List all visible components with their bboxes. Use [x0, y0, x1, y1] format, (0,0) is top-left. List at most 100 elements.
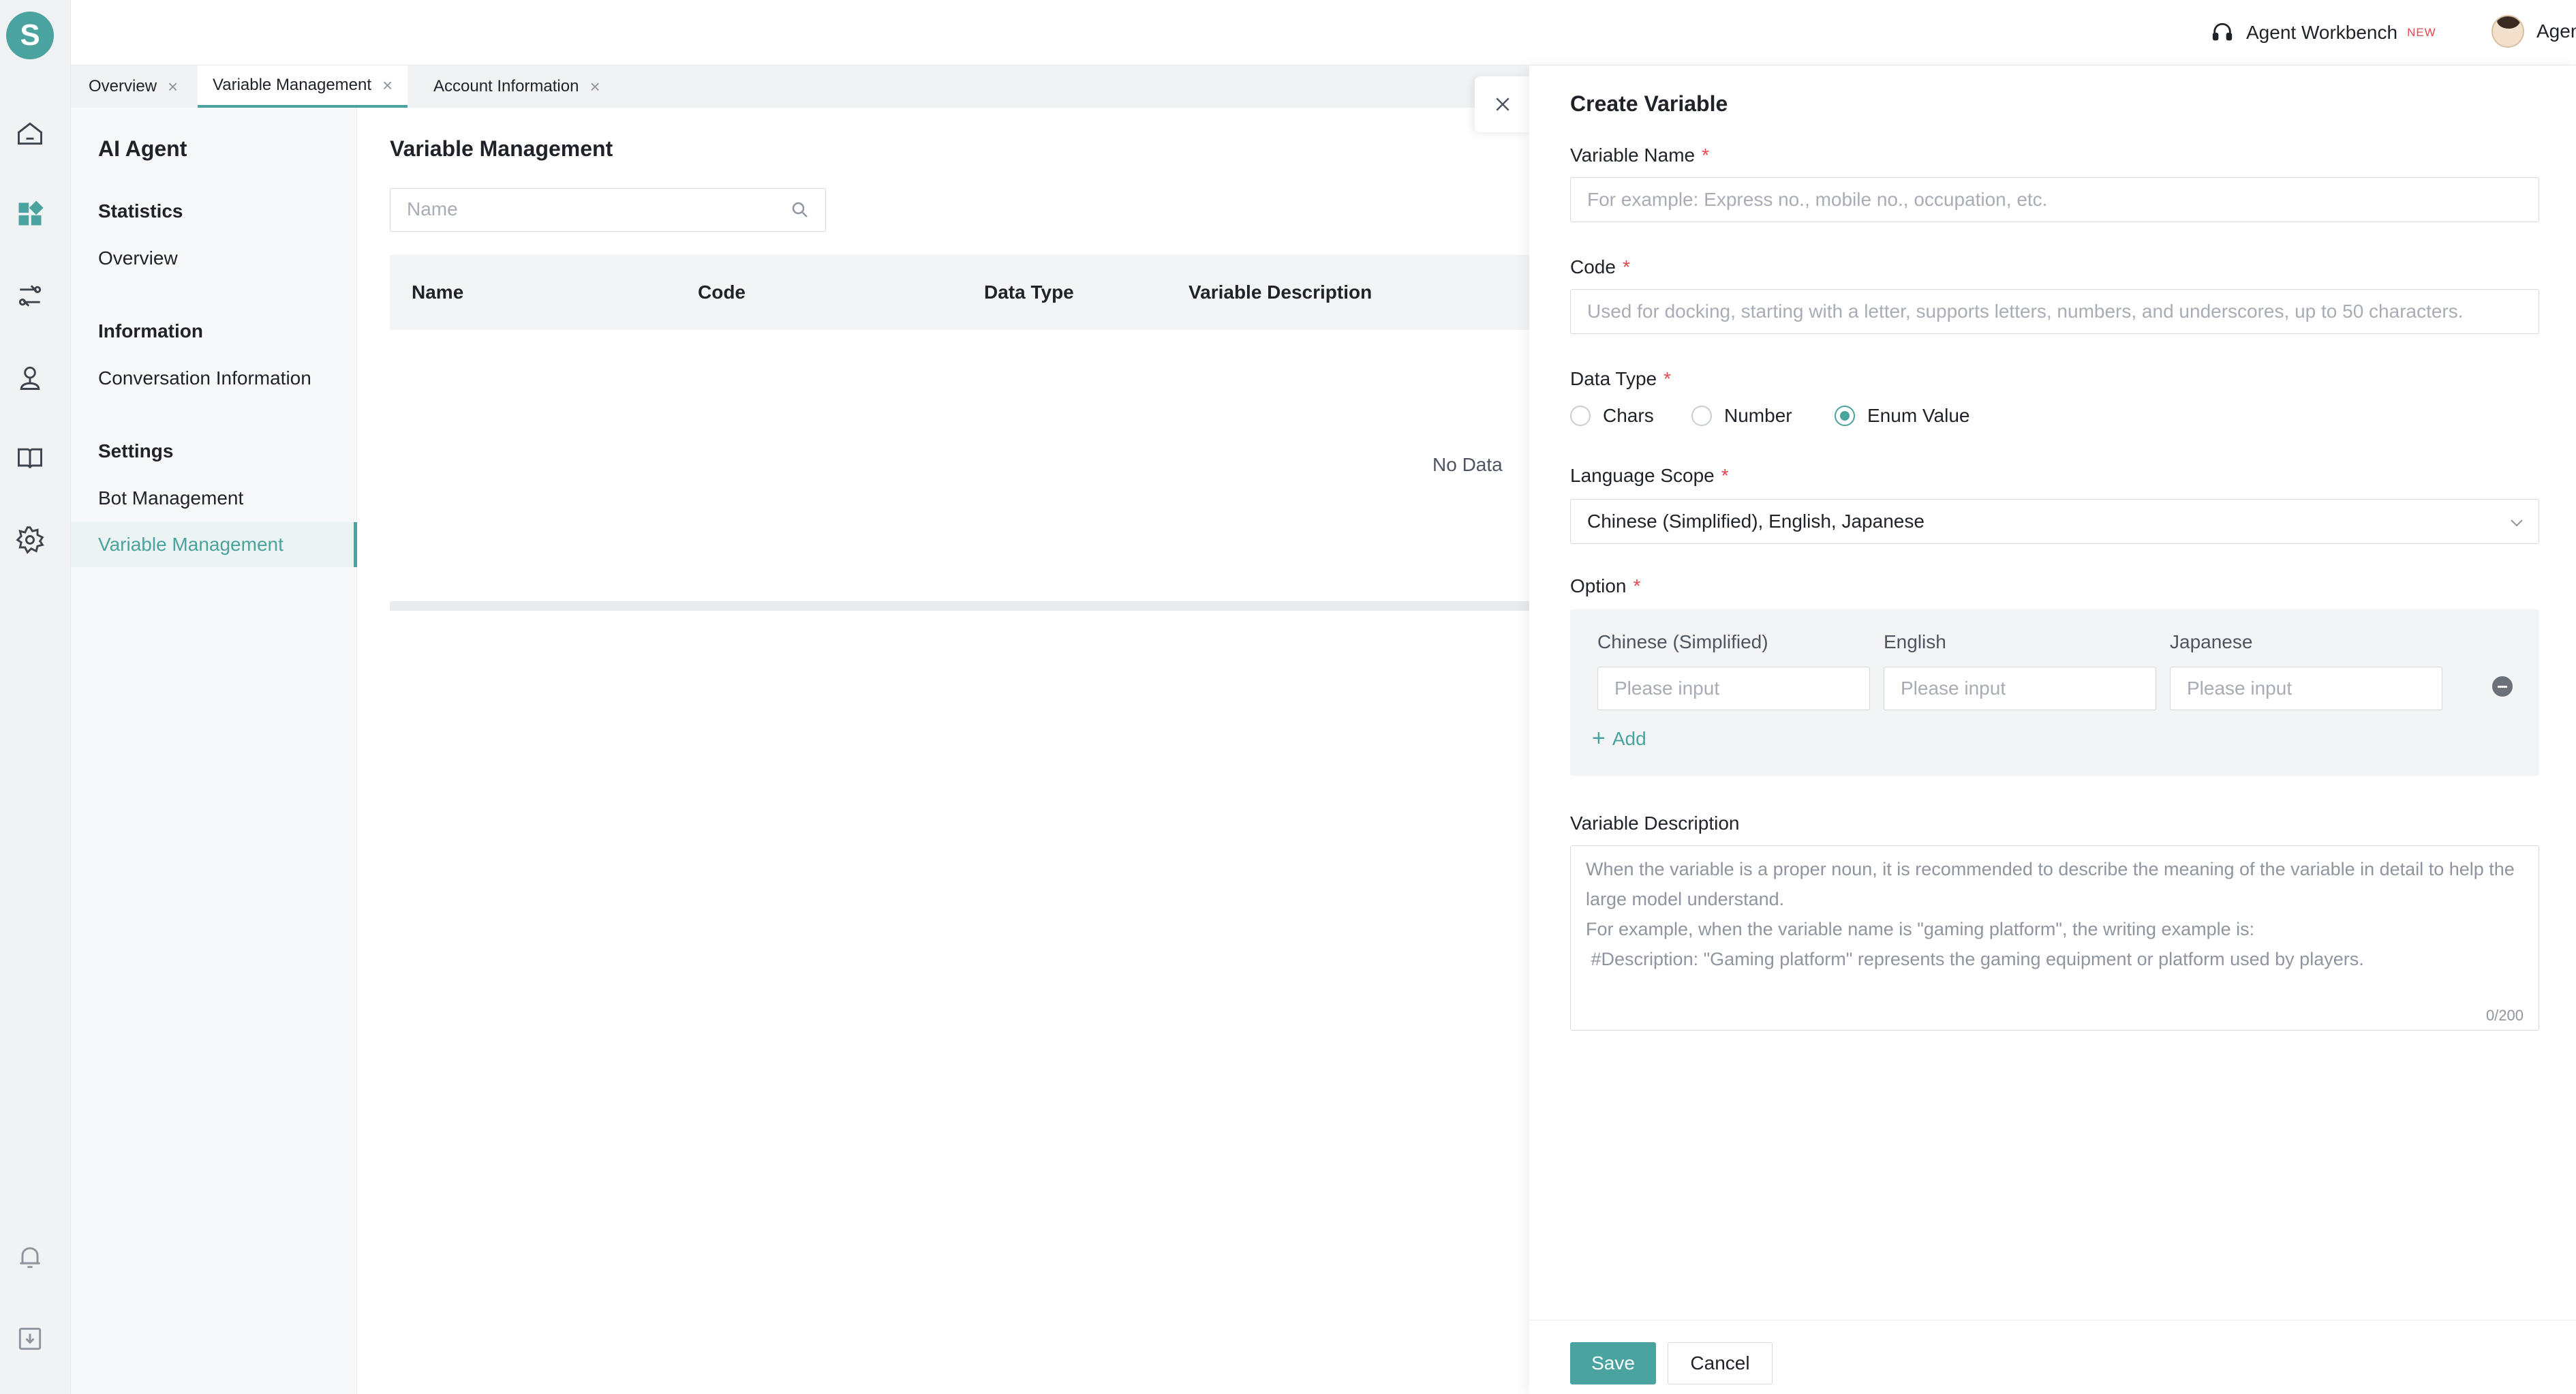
label-text: Language Scope: [1570, 465, 1715, 486]
option-input-wrapper: [2170, 667, 2442, 710]
main-content: Variable Management Name Code Data Type …: [357, 108, 1562, 1394]
top-bar: Agent Workbench NEW Agent: [71, 0, 2576, 65]
variable-name-field: [1570, 177, 2539, 222]
radio-chars[interactable]: Chars: [1570, 402, 1654, 429]
routing-icon[interactable]: [14, 279, 46, 312]
search-icon[interactable]: [790, 200, 810, 220]
language-scope-label: Language Scope *: [1570, 465, 1729, 487]
group-title-information: Information: [98, 320, 203, 342]
tab-label: Variable Management: [213, 76, 372, 94]
search-box: [390, 188, 826, 232]
knowledge-book-icon[interactable]: [14, 442, 46, 474]
variable-description-field: 0/200: [1570, 845, 2539, 1031]
option-column-english: English: [1884, 631, 1946, 652]
option-input-wrapper: [1597, 667, 1870, 710]
required-mark: *: [1721, 465, 1729, 486]
option-editor: Chinese (Simplified) English Japanese + …: [1570, 609, 2539, 776]
tab-account-information[interactable]: Account Information ×: [418, 65, 615, 108]
option-chinese-input[interactable]: [1598, 667, 1869, 710]
headset-icon: [2212, 22, 2233, 41]
tab-overview[interactable]: Overview ×: [74, 65, 193, 108]
icon-rail: S: [0, 0, 71, 1394]
close-icon[interactable]: ×: [382, 75, 393, 96]
radio-label: Chars: [1603, 405, 1654, 426]
radio-enum-value[interactable]: Enum Value: [1835, 402, 1969, 429]
column-header-code: Code: [698, 282, 746, 303]
settings-gear-icon[interactable]: [14, 524, 46, 556]
horizontal-scrollbar[interactable]: [390, 601, 1562, 611]
column-header-variable-description: Variable Description: [1189, 282, 1373, 303]
drawer-footer: Save Cancel: [1529, 1320, 2576, 1394]
language-scope-select[interactable]: Chinese (Simplified), English, Japanese: [1570, 499, 2539, 544]
variable-description-label: Variable Description: [1570, 813, 1740, 834]
option-input-wrapper: [1884, 667, 2156, 710]
code-input[interactable]: [1571, 290, 2539, 333]
close-icon: [1496, 97, 1509, 111]
radio-circle: [1691, 406, 1712, 426]
label-text: Option: [1570, 575, 1627, 596]
variable-name-input[interactable]: [1571, 178, 2539, 222]
save-button[interactable]: Save: [1570, 1342, 1656, 1384]
agent-icon[interactable]: [14, 361, 46, 394]
download-icon[interactable]: [14, 1322, 46, 1355]
user-menu[interactable]: Agent: [2491, 14, 2576, 49]
drawer-title: Create Variable: [1570, 91, 1728, 116]
search-input[interactable]: [390, 189, 772, 230]
variable-description-textarea[interactable]: [1571, 846, 2539, 1030]
user-name: Agent: [2536, 20, 2576, 42]
radio-circle: [1570, 406, 1591, 426]
cancel-button[interactable]: Cancel: [1668, 1342, 1773, 1384]
tab-variable-management[interactable]: Variable Management ×: [198, 65, 408, 108]
app-logo[interactable]: S: [6, 12, 54, 59]
nav-item-bot-management[interactable]: Bot Management: [71, 476, 357, 521]
close-icon[interactable]: ×: [168, 76, 178, 97]
group-title-settings: Settings: [98, 440, 174, 461]
radio-label: Number: [1724, 405, 1792, 426]
close-icon[interactable]: ×: [589, 76, 600, 97]
tab-label: Overview: [89, 77, 157, 95]
subnav-title: AI Agent: [98, 136, 187, 161]
agent-workbench-link[interactable]: Agent Workbench NEW: [2211, 18, 2436, 48]
radio-number[interactable]: Number: [1691, 402, 1792, 429]
option-column-japanese: Japanese: [2170, 631, 2253, 652]
required-mark: *: [1633, 575, 1641, 596]
variable-name-label: Variable Name *: [1570, 145, 1709, 166]
data-type-label: Data Type *: [1570, 368, 1671, 390]
chevron-down-icon: [2511, 519, 2523, 527]
page-title: Variable Management: [390, 136, 613, 161]
bell-icon[interactable]: [14, 1241, 46, 1273]
create-variable-drawer: Create Variable Variable Name * Code * Dat…: [1529, 65, 2576, 1394]
required-mark: *: [1622, 256, 1630, 277]
option-label: Option *: [1570, 575, 1640, 597]
home-icon[interactable]: [14, 117, 46, 150]
tab-strip: Overview × Variable Management × Account…: [71, 65, 1529, 108]
drawer-close-button[interactable]: [1475, 76, 1531, 132]
radio-circle: [1835, 406, 1855, 426]
nav-item-overview[interactable]: Overview: [71, 236, 357, 281]
character-counter: 0/200: [2485, 1007, 2524, 1024]
select-value: Chinese (Simplified), English, Japanese: [1587, 511, 1925, 532]
remove-option-icon[interactable]: [2492, 676, 2513, 697]
table-header: Name Code Data Type Variable Description: [390, 255, 1562, 330]
option-english-input[interactable]: [1884, 667, 2156, 710]
plus-icon: +: [1592, 725, 1606, 751]
label-text: Variable Name: [1570, 145, 1696, 166]
code-label: Code *: [1570, 256, 1630, 278]
add-option-button[interactable]: + Add: [1592, 725, 1646, 752]
option-column-chinese: Chinese (Simplified): [1597, 631, 1768, 652]
tab-label: Account Information: [433, 77, 579, 95]
avatar: [2491, 15, 2524, 48]
required-mark: *: [1663, 368, 1672, 389]
column-header-name: Name: [412, 282, 464, 303]
label-text: Code: [1570, 256, 1616, 277]
group-title-statistics: Statistics: [98, 200, 183, 222]
add-label: Add: [1612, 727, 1646, 749]
code-field: [1570, 289, 2539, 334]
nav-item-conversation-information[interactable]: Conversation Information: [71, 356, 357, 401]
option-japanese-input[interactable]: [2171, 667, 2442, 710]
dashboard-icon[interactable]: [14, 198, 46, 230]
label-text: Data Type: [1570, 368, 1657, 389]
column-header-data-type: Data Type: [984, 282, 1074, 303]
nav-item-variable-management[interactable]: Variable Management: [71, 522, 357, 567]
new-badge: NEW: [2407, 26, 2436, 39]
